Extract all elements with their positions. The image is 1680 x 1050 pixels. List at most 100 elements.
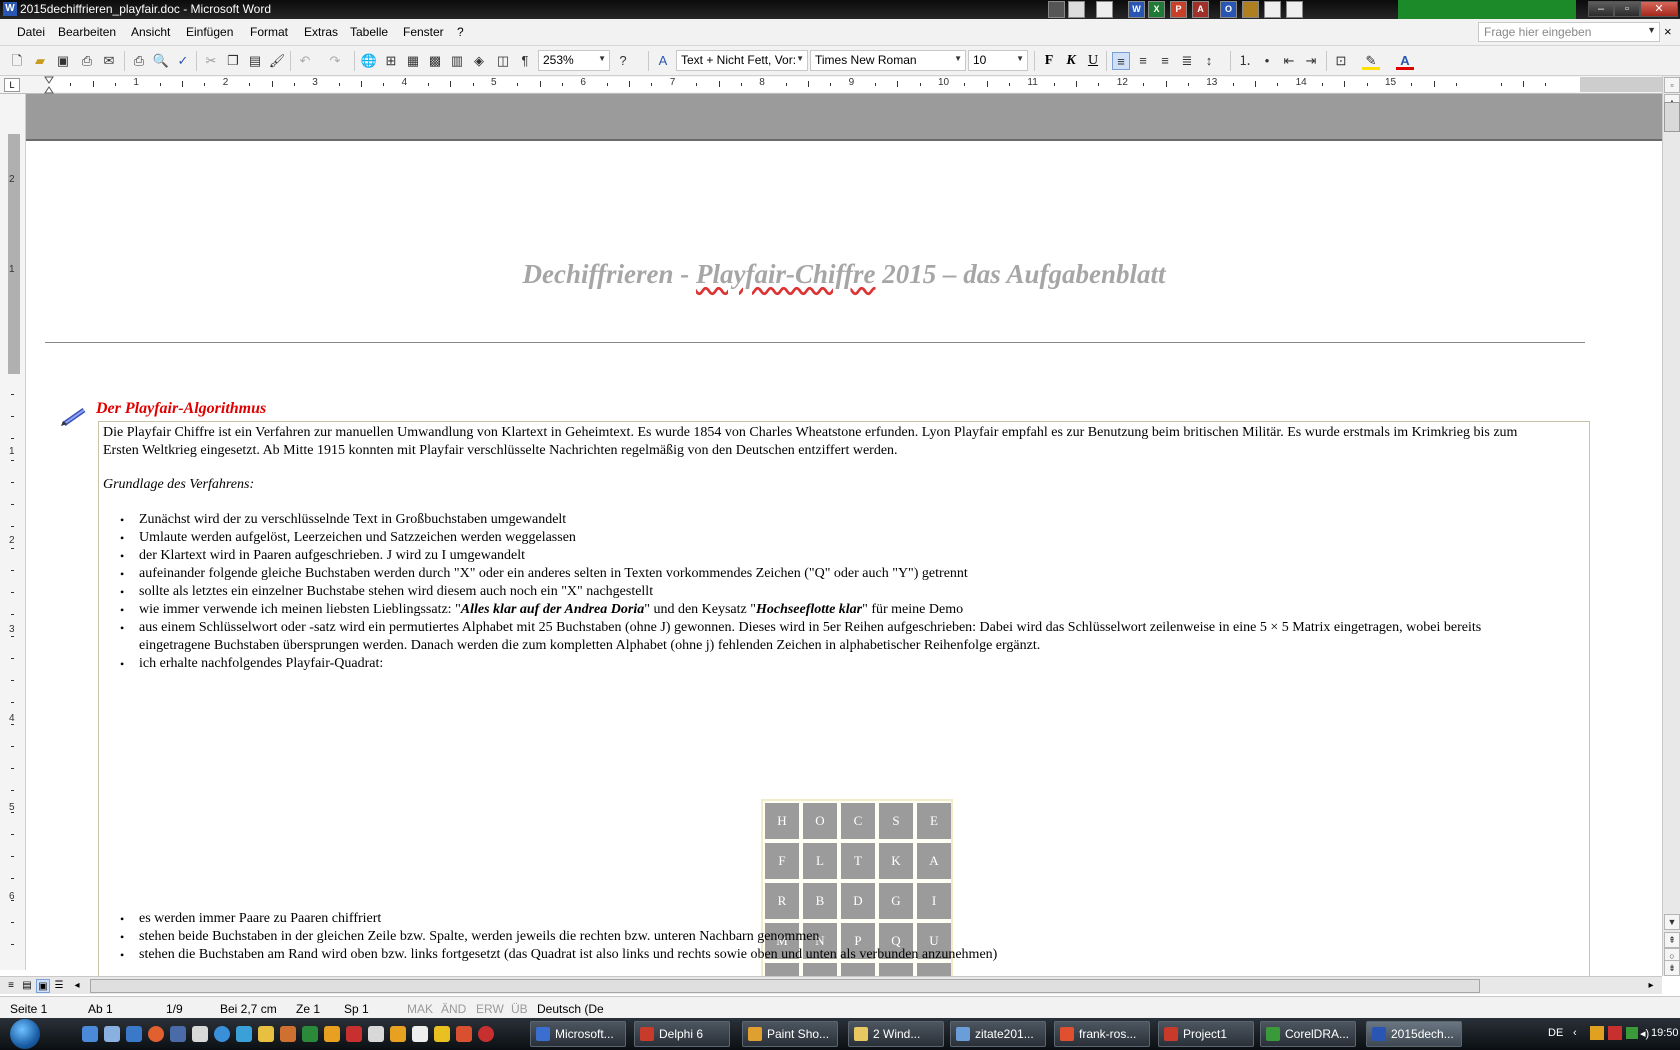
tables-borders-icon[interactable]: ⊞: [382, 52, 400, 70]
numbering-icon[interactable]: ⒈: [1236, 52, 1254, 70]
quicklaunch-icon[interactable]: [478, 1026, 494, 1042]
print-layout-icon[interactable]: ▣: [36, 979, 50, 993]
save-icon[interactable]: ▣: [54, 52, 72, 70]
open-folder-icon[interactable]: ▰: [31, 52, 49, 70]
drawing-icon[interactable]: ◈: [470, 52, 488, 70]
menu-ansicht[interactable]: Ansicht: [131, 25, 170, 39]
quicklaunch-icon[interactable]: [456, 1026, 472, 1042]
next-page-icon[interactable]: ⇟: [1664, 960, 1680, 976]
taskbar-button[interactable]: 2 Wind...: [848, 1021, 944, 1047]
quicklaunch-icon[interactable]: [346, 1026, 362, 1042]
menu-format[interactable]: Format: [250, 25, 288, 39]
increase-indent-icon[interactable]: ⇥: [1302, 52, 1320, 70]
new-document-icon[interactable]: 🗋: [8, 52, 26, 70]
volume-icon[interactable]: ◂): [1640, 1027, 1649, 1040]
quicklaunch-icon[interactable]: [324, 1026, 340, 1042]
word-icon[interactable]: W: [1128, 1, 1145, 18]
previous-page-icon[interactable]: ⇞: [1664, 932, 1680, 948]
computer-icon[interactable]: [192, 1026, 208, 1042]
cut-icon[interactable]: ✂: [202, 52, 220, 70]
menu-tabelle[interactable]: Tabelle: [350, 25, 388, 39]
taskbar-button[interactable]: Delphi 6: [634, 1021, 730, 1047]
access-icon[interactable]: A: [1192, 1, 1209, 18]
permission-icon[interactable]: ⎙: [78, 52, 96, 70]
vertical-scroll-thumb[interactable]: [1664, 102, 1680, 132]
print-preview-icon[interactable]: 🔍: [152, 52, 170, 70]
indent-marker-icon[interactable]: [44, 76, 54, 94]
outline-view-icon[interactable]: ☰: [52, 979, 66, 993]
horizontal-scroll-thumb[interactable]: [90, 979, 1480, 993]
help-icon[interactable]: ?: [614, 52, 632, 70]
help-search-input[interactable]: Frage hier eingeben ▼: [1478, 22, 1660, 42]
menu-einfuegen[interactable]: Einfügen: [186, 25, 233, 39]
document-map-icon[interactable]: ◫: [494, 52, 512, 70]
outlook-icon[interactable]: O: [1220, 1, 1237, 18]
menu-datei[interactable]: Datei: [17, 25, 45, 39]
quicklaunch-icon[interactable]: [412, 1026, 428, 1042]
chevron-down-icon[interactable]: ▼: [1647, 25, 1656, 35]
justify-icon[interactable]: ≣: [1178, 52, 1196, 70]
taskbar-button[interactable]: CorelDRA...: [1260, 1021, 1356, 1047]
word-app-icon[interactable]: W: [3, 2, 17, 16]
minimize-button[interactable]: –: [1588, 1, 1614, 17]
borders-icon[interactable]: ⊡: [1332, 52, 1350, 70]
insert-table-icon[interactable]: ▦: [404, 52, 422, 70]
decrease-indent-icon[interactable]: ⇤: [1280, 52, 1298, 70]
status-track-changes[interactable]: ÄND: [441, 1002, 466, 1016]
keyboard-language[interactable]: DE: [1548, 1027, 1563, 1039]
quicklaunch-icon[interactable]: [1048, 1, 1065, 18]
email-icon[interactable]: ✉: [100, 52, 118, 70]
quicklaunch-icon[interactable]: [236, 1026, 252, 1042]
scroll-down-icon[interactable]: ▼: [1664, 914, 1680, 930]
excel-icon[interactable]: X: [1148, 1, 1165, 18]
vertical-scrollbar[interactable]: ▫ ▲ ▼ ⇞ ○ ⇟: [1662, 76, 1680, 976]
vertical-ruler[interactable]: 21123456: [0, 94, 26, 970]
horizontal-ruler[interactable]: L 1 2 3 4 5 6 7 8 9 10 11 12 13 14 15: [0, 76, 1680, 94]
align-left-icon[interactable]: ≡: [1112, 52, 1130, 70]
tray-app-icon[interactable]: [1608, 1026, 1622, 1040]
internet-explorer-icon[interactable]: [214, 1026, 230, 1042]
hyperlink-icon[interactable]: 🌐: [360, 52, 378, 70]
line-spacing-icon[interactable]: ↕: [1200, 52, 1218, 70]
maximize-button[interactable]: ▫: [1614, 1, 1640, 17]
style-select[interactable]: Text + Nicht Fett, Vor: ▼: [676, 50, 808, 71]
tray-expand-icon[interactable]: ‹: [1573, 1027, 1577, 1039]
chrome-icon[interactable]: [148, 1026, 164, 1042]
bullets-icon[interactable]: •: [1258, 52, 1276, 70]
font-color-icon[interactable]: A: [1396, 52, 1414, 70]
quicklaunch-icon[interactable]: [126, 1026, 142, 1042]
powerpoint-icon[interactable]: P: [1170, 1, 1187, 18]
redo-icon[interactable]: ↷: [326, 52, 344, 70]
align-right-icon[interactable]: ≡: [1156, 52, 1174, 70]
scroll-right-icon[interactable]: ▸: [1644, 979, 1658, 993]
document-icon[interactable]: [1096, 1, 1113, 18]
explorer-icon[interactable]: [104, 1026, 120, 1042]
status-extend[interactable]: ERW: [476, 1002, 504, 1016]
clock[interactable]: 19:50: [1651, 1027, 1679, 1039]
font-size-select[interactable]: 10 ▼: [968, 50, 1028, 71]
highlight-icon[interactable]: ✎: [1362, 52, 1380, 70]
menu-bearbeiten[interactable]: Bearbeiten: [58, 25, 116, 39]
document-area[interactable]: Dechiffrieren - Playfair-Chiffre 2015 – …: [26, 94, 1662, 976]
menu-fenster[interactable]: Fenster: [403, 25, 444, 39]
close-button[interactable]: ✕: [1640, 1, 1678, 17]
columns-icon[interactable]: ▥: [448, 52, 466, 70]
underline-button[interactable]: U: [1084, 52, 1102, 70]
styles-formatting-icon[interactable]: A: [654, 52, 672, 70]
menu-extras[interactable]: Extras: [304, 25, 338, 39]
status-overtype[interactable]: ÜB: [511, 1002, 528, 1016]
quicklaunch-icon[interactable]: [368, 1026, 384, 1042]
undo-icon[interactable]: ↶: [296, 52, 314, 70]
quicklaunch-icon[interactable]: [434, 1026, 450, 1042]
notepad-icon[interactable]: [1068, 1, 1085, 18]
insert-excel-icon[interactable]: ▩: [426, 52, 444, 70]
start-button[interactable]: [10, 1019, 40, 1049]
normal-view-icon[interactable]: ≡: [4, 979, 18, 993]
chart2-icon[interactable]: [1286, 1, 1303, 18]
spellcheck-icon[interactable]: ✓: [174, 52, 192, 70]
tray-app-icon[interactable]: [1590, 1026, 1604, 1040]
camera-icon[interactable]: [1242, 1, 1259, 18]
tab-selector-icon[interactable]: L: [4, 78, 20, 92]
paint-icon[interactable]: [258, 1026, 274, 1042]
taskbar-button[interactable]: Paint Sho...: [742, 1021, 838, 1047]
